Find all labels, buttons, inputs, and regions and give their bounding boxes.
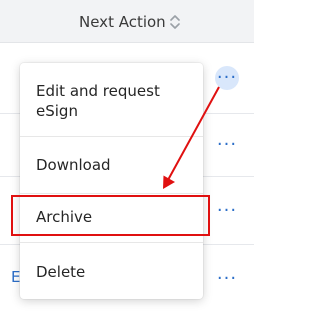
more-options-button[interactable]: ··· — [215, 66, 239, 90]
more-horizontal-icon: ··· — [216, 67, 238, 88]
more-options-button[interactable]: ··· — [215, 199, 239, 223]
row-actions-menu: Edit and request eSign Download Archive … — [20, 63, 203, 299]
menu-divider — [20, 193, 203, 194]
menu-item-delete[interactable]: Delete — [36, 262, 85, 282]
more-horizontal-icon: ··· — [216, 200, 238, 221]
next-action-column-header[interactable]: Next Action — [79, 13, 166, 31]
menu-item-download[interactable]: Download — [36, 155, 111, 175]
more-options-button[interactable]: ··· — [215, 267, 239, 291]
sort-updown-icon[interactable] — [170, 13, 180, 31]
more-horizontal-icon: ··· — [216, 134, 238, 155]
more-options-button[interactable]: ··· — [215, 133, 239, 157]
menu-item-edit-request-esign[interactable]: Edit and request eSign — [36, 81, 186, 121]
menu-divider — [20, 242, 203, 243]
menu-item-label: Edit and request eSign — [36, 82, 160, 120]
annotation-highlight-box — [11, 195, 210, 236]
table-header: Next Action — [0, 0, 254, 43]
more-horizontal-icon: ··· — [216, 268, 238, 289]
menu-item-label: Delete — [36, 263, 86, 281]
menu-item-label: Download — [36, 156, 111, 174]
menu-divider — [20, 136, 203, 137]
